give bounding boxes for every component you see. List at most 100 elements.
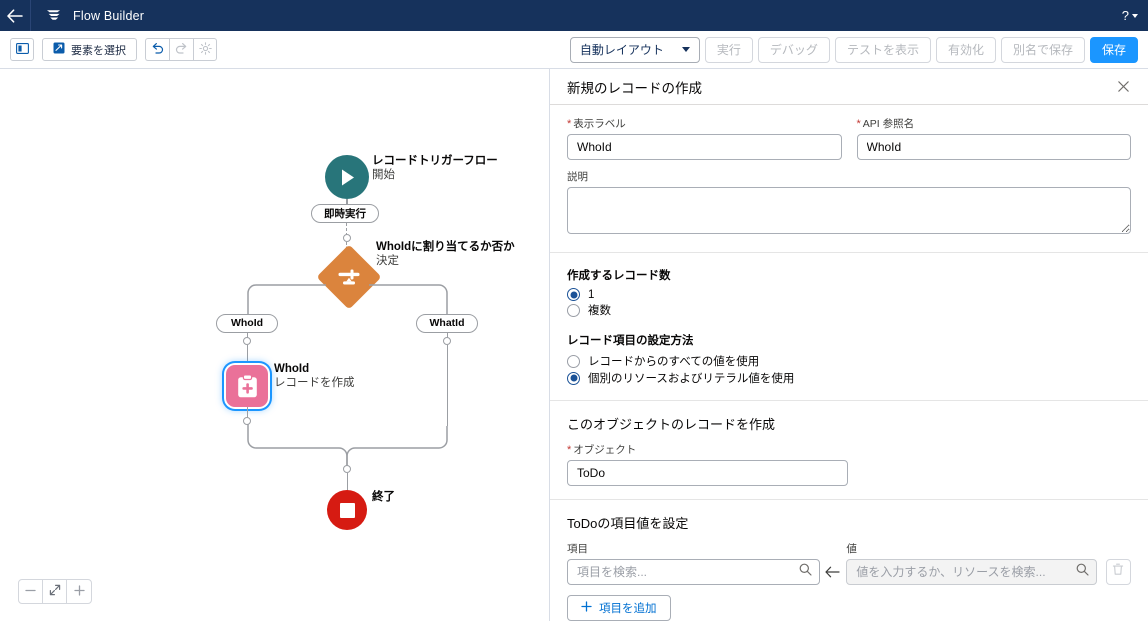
select-elements-label: 要素を選択: [71, 44, 126, 57]
add-element-joint-2[interactable]: [243, 337, 251, 345]
label-field-group: * 表示ラベル: [567, 116, 842, 160]
radio-indicator[interactable]: [567, 371, 580, 385]
back-button[interactable]: [0, 0, 31, 31]
activate-button[interactable]: 有効化: [935, 36, 996, 63]
chevron-down-icon[interactable]: [1132, 13, 1138, 18]
save-button[interactable]: 保存: [1089, 36, 1138, 63]
value-search-input[interactable]: [846, 559, 1097, 585]
flow-builder-logo-icon: [45, 7, 62, 24]
description-field-label: 説明: [567, 171, 588, 183]
description-textarea[interactable]: [567, 187, 1131, 234]
start-node-title: レコードトリガーフロー: [372, 155, 498, 167]
run-button[interactable]: 実行: [704, 36, 753, 63]
close-icon[interactable]: [1115, 79, 1131, 95]
required-marker: *: [567, 444, 572, 456]
radio-use-separate-resources[interactable]: 個別のリソースおよびリテラル値を使用: [567, 370, 1131, 386]
toolbar-left-group: 要素を選択: [10, 38, 217, 61]
start-node[interactable]: [325, 155, 369, 199]
toolbar-right-group: 自動レイアウト 実行 デバッグ テストを表示 有効化 別名で保存 保存: [569, 36, 1138, 63]
create-record-node-label: WhoId レコードを作成: [274, 363, 355, 390]
help-icon[interactable]: ?: [1122, 9, 1129, 22]
radio-indicator[interactable]: [567, 303, 580, 317]
panel-header: 新規のレコードの作成: [550, 69, 1148, 105]
immediate-run-pill[interactable]: 即時実行: [311, 204, 379, 223]
flow-canvas[interactable]: レコードトリガーフロー 開始 即時実行 WhoIdに割り当てるか否か 決定 Wh…: [0, 69, 550, 621]
connector-merge-to-end: [346, 473, 348, 491]
value-search-wrap: [846, 559, 1097, 585]
radio-record-count-multiple[interactable]: 複数: [567, 302, 1131, 318]
toolbar: 要素を選択 自動レイアウト 実行 デバッグ テストを表示 有効化 別名で保存 保…: [0, 31, 1148, 69]
immediate-run-label: 即時実行: [311, 204, 379, 223]
create-record-node-subtitle: レコードを作成: [274, 376, 355, 389]
end-node-label: 終了: [372, 491, 395, 505]
plus-icon: [73, 584, 85, 599]
zoom-out-button[interactable]: [19, 580, 43, 603]
app-title: Flow Builder: [73, 8, 145, 23]
radio-label: レコードからのすべての値を使用: [588, 356, 760, 368]
branch-pill-whatid[interactable]: WhatId: [416, 313, 478, 333]
save-as-button[interactable]: 別名で保存: [1000, 36, 1085, 63]
add-field-button[interactable]: 項目を追加: [567, 595, 671, 621]
connector-joint-to-create: [246, 345, 248, 366]
field-search-wrap: [567, 559, 820, 585]
field-column: 項目: [567, 541, 820, 585]
redo-button[interactable]: [169, 38, 193, 61]
radio-use-all-record-values[interactable]: レコードからのすべての値を使用: [567, 353, 1131, 369]
add-field-label: 項目を追加: [599, 603, 657, 615]
select-elements-button[interactable]: 要素を選択: [42, 38, 137, 61]
branch-pill-whoid[interactable]: WhoId: [216, 313, 278, 333]
record-count-group-label: 作成するレコード数: [567, 270, 671, 282]
radio-label: 1: [588, 288, 595, 301]
panel-toggle-icon: [15, 42, 29, 57]
radio-label: 個別のリソースおよびリテラル値を使用: [588, 373, 795, 385]
api-name-input[interactable]: [856, 134, 1131, 160]
add-element-joint-4[interactable]: [443, 337, 451, 345]
end-node[interactable]: [327, 490, 367, 530]
add-element-joint-5[interactable]: [343, 465, 351, 473]
general-section: *表示ラベル *API 参照名 説明: [550, 105, 1148, 253]
toggle-left-panel-button[interactable]: [10, 38, 34, 61]
decision-node-title: WhoIdに割り当てるか否か: [376, 241, 515, 253]
value-column-label: 値: [846, 543, 857, 555]
zoom-controls: [18, 579, 92, 604]
radio-record-count-one[interactable]: 1: [567, 288, 1131, 301]
panel-title: 新規のレコードの作成: [567, 80, 702, 96]
layout-mode-select[interactable]: 自動レイアウト: [569, 36, 700, 63]
add-element-joint-1[interactable]: [343, 234, 351, 242]
flow-settings-button[interactable]: [193, 38, 217, 61]
radio-indicator[interactable]: [567, 354, 580, 368]
object-field-label-text: オブジェクト: [573, 444, 637, 456]
select-elements-icon: [53, 42, 65, 57]
properties-panel: 新規のレコードの作成 * 表示ラベル WhoId * API 参照名 WhoId…: [550, 69, 1148, 621]
arrow-left-icon: [7, 8, 23, 23]
label-input[interactable]: [567, 134, 842, 160]
minus-icon: [25, 584, 36, 599]
delete-field-row-button[interactable]: [1105, 559, 1131, 585]
redo-icon: [175, 42, 188, 57]
api-field-label-text: API 参照名: [862, 118, 915, 130]
arrow-left-icon: [820, 559, 847, 585]
value-column: 値: [846, 541, 1097, 585]
header-right-actions: ?: [1122, 9, 1148, 22]
plus-icon: [581, 601, 592, 615]
radio-indicator[interactable]: [567, 288, 580, 301]
fit-to-screen-button[interactable]: [43, 580, 67, 603]
zoom-in-button[interactable]: [67, 580, 91, 603]
start-node-subtitle: 開始: [372, 168, 395, 181]
api-field-group: * API 参照名: [856, 116, 1131, 160]
fit-to-screen-icon: [49, 584, 61, 599]
field-values-section: ToDoの項目値を設定 項目 項目を検索... 値 値を入力するか、リソースを検…: [550, 500, 1148, 621]
undo-button[interactable]: [145, 38, 169, 61]
body: レコードトリガーフロー 開始 即時実行 WhoIdに割り当てるか否か 決定 Wh…: [0, 69, 1148, 621]
create-record-node[interactable]: [226, 365, 268, 407]
debug-button[interactable]: デバッグ: [757, 36, 830, 63]
end-node-title: 終了: [372, 491, 395, 503]
object-input[interactable]: [567, 460, 848, 486]
field-search-input[interactable]: [567, 559, 820, 585]
field-value-row: 項目 値: [567, 541, 1131, 585]
view-tests-button[interactable]: テストを表示: [834, 36, 931, 63]
chevron-down-icon: [681, 47, 690, 52]
field-values-section-title: ToDoの項目値を設定: [567, 516, 689, 531]
canvas-inner: レコードトリガーフロー 開始 即時実行 WhoIdに割り当てるか否か 決定 Wh…: [0, 69, 549, 621]
decision-node-label: WhoIdに割り当てるか否か 決定: [376, 241, 515, 268]
